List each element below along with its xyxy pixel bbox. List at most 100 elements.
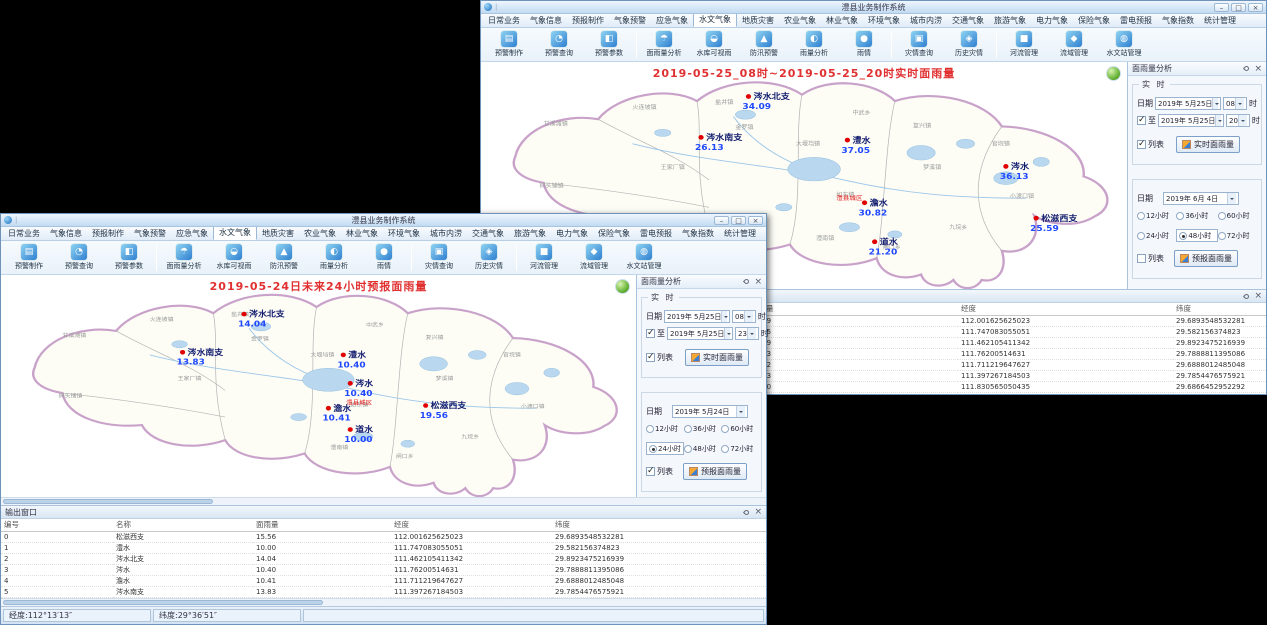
close-icon[interactable]: ×: [1254, 65, 1262, 73]
column-header-面雨量[interactable]: 面雨量: [253, 519, 391, 531]
toolbar-button-水文站管理[interactable]: ◍水文站管理: [619, 244, 669, 271]
toolbar-button-流域管理[interactable]: ◆流域管理: [569, 244, 619, 271]
toolbar-button-河流管理[interactable]: ■河流管理: [999, 31, 1049, 58]
chevron-down-icon[interactable]: [1238, 115, 1247, 126]
toolbar-button-雨量分析[interactable]: ◐雨量分析: [309, 244, 359, 271]
radio-36小时[interactable]: 36小时: [1176, 211, 1217, 221]
station-marker-松滋西支[interactable]: [423, 403, 428, 408]
chevron-down-icon[interactable]: [744, 311, 753, 322]
chevron-down-icon[interactable]: [1215, 115, 1221, 126]
menu-tab-农业气象[interactable]: 农业气象: [299, 226, 341, 240]
map-area[interactable]: 涔水北支14.04涔水南支13.83澧水10.40涔水10.40澹水10.41松…: [1, 275, 636, 497]
forecast-rainfall-button[interactable]: 预报面雨量: [683, 463, 747, 480]
radio-36小时[interactable]: 36小时: [684, 424, 721, 434]
minimize-button[interactable]: –: [1214, 3, 1229, 12]
menu-tab-环境气象[interactable]: 环境气象: [863, 13, 905, 27]
chevron-down-icon[interactable]: [747, 328, 756, 339]
station-marker-道水[interactable]: [872, 239, 877, 244]
radio-72小时[interactable]: 72小时: [1218, 229, 1257, 242]
chevron-down-icon[interactable]: [1212, 98, 1218, 109]
forecast-list-checkbox[interactable]: [646, 467, 655, 476]
toolbar-button-面雨量分析[interactable]: ☂面雨量分析: [639, 31, 689, 58]
radio-24小时[interactable]: 24小时: [646, 442, 684, 455]
chevron-down-icon[interactable]: [1235, 98, 1244, 109]
toolbar-button-水文站管理[interactable]: ◍水文站管理: [1099, 31, 1149, 58]
pin-icon[interactable]: [743, 278, 750, 285]
toolbar-button-雨情[interactable]: ●雨情: [359, 244, 409, 271]
start-date-select[interactable]: 2019年 5月25日: [664, 310, 730, 323]
realtime-rainfall-button[interactable]: 实时面雨量: [685, 349, 749, 366]
menu-tab-地质灾害[interactable]: 地质灾害: [737, 13, 779, 27]
close-icon[interactable]: ×: [754, 278, 762, 286]
radio-24小时[interactable]: 24小时: [1137, 229, 1176, 242]
menu-tab-气象指数[interactable]: 气象指数: [677, 226, 719, 240]
station-marker-涔水[interactable]: [1003, 164, 1008, 169]
close-icon[interactable]: ×: [754, 508, 762, 516]
close-icon[interactable]: ×: [1254, 292, 1262, 300]
table-row[interactable]: 1澧水10.00111.74708305505129.582156374823: [1, 542, 766, 553]
menu-tab-气象信息[interactable]: 气象信息: [525, 13, 567, 27]
end-hour-select[interactable]: 20: [1226, 114, 1250, 127]
minimize-button[interactable]: –: [714, 216, 729, 225]
menu-tab-交通气象[interactable]: 交通气象: [947, 13, 989, 27]
menu-tab-统计管理[interactable]: 统计管理: [1199, 13, 1241, 27]
column-header-纬度[interactable]: 纬度: [552, 519, 766, 531]
station-marker-澧水[interactable]: [845, 138, 850, 143]
menu-tab-林业气象[interactable]: 林业气象: [821, 13, 863, 27]
map-locate-button[interactable]: [1106, 66, 1121, 81]
titlebar[interactable]: | 澧县业务制作系统 – □ ×: [1, 214, 766, 227]
toolbar-button-流域管理[interactable]: ◆流域管理: [1049, 31, 1099, 58]
menu-tab-林业气象[interactable]: 林业气象: [341, 226, 383, 240]
list-checkbox[interactable]: [1137, 140, 1146, 149]
toolbar-button-灾情查询[interactable]: ▣灾情查询: [414, 244, 464, 271]
close-button[interactable]: ×: [1248, 3, 1263, 12]
start-hour-select[interactable]: 08: [732, 310, 756, 323]
start-hour-select[interactable]: 08: [1223, 97, 1247, 110]
toolbar-button-预警查询[interactable]: ◔预警查询: [534, 31, 584, 58]
pin-icon[interactable]: [1243, 65, 1250, 72]
station-marker-涔水北支[interactable]: [746, 94, 751, 99]
station-marker-涔水北支[interactable]: [242, 312, 247, 317]
menu-tab-雷电预报[interactable]: 雷电预报: [1115, 13, 1157, 27]
column-header-名称[interactable]: 名称: [113, 519, 253, 531]
map-locate-button[interactable]: [615, 279, 630, 294]
menu-tab-预报制作[interactable]: 预报制作: [87, 226, 129, 240]
chevron-down-icon[interactable]: [736, 406, 745, 417]
toolbar-button-历史灾情[interactable]: ◈历史灾情: [464, 244, 514, 271]
pin-icon[interactable]: [743, 508, 750, 515]
menu-tab-电力气象[interactable]: 电力气象: [551, 226, 593, 240]
toolbar-button-预警制作[interactable]: ▤预警制作: [484, 31, 534, 58]
toolbar-button-雨情[interactable]: ●雨情: [839, 31, 889, 58]
maximize-button[interactable]: □: [731, 216, 746, 225]
station-marker-松滋西支[interactable]: [1034, 216, 1039, 221]
toolbar-button-水库可视雨[interactable]: ◒水库可视雨: [209, 244, 259, 271]
menu-tab-日常业务[interactable]: 日常业务: [483, 13, 525, 27]
table-row[interactable]: 0松滋西支15.56112.00162562502329.68935485322…: [1, 531, 766, 542]
toolbar-button-灾情查询[interactable]: ▣灾情查询: [894, 31, 944, 58]
radio-60小时[interactable]: 60小时: [1218, 211, 1257, 221]
list-checkbox[interactable]: [646, 353, 655, 362]
menu-tab-电力气象[interactable]: 电力气象: [1031, 13, 1073, 27]
menu-tab-气象预警[interactable]: 气象预警: [609, 13, 651, 27]
table-horizontal-scrollbar[interactable]: [1, 598, 766, 606]
toolbar-button-雨量分析[interactable]: ◐雨量分析: [789, 31, 839, 58]
radio-12小时[interactable]: 12小时: [646, 424, 684, 434]
station-marker-涔水南支[interactable]: [698, 135, 703, 140]
menu-tab-交通气象[interactable]: 交通气象: [467, 226, 509, 240]
radio-48小时[interactable]: 48小时: [1176, 229, 1217, 242]
station-marker-澹水[interactable]: [862, 200, 867, 205]
menu-tab-应急气象[interactable]: 应急气象: [171, 226, 213, 240]
table-row[interactable]: 4澹水10.41111.71121964762729.6888012485048: [1, 575, 766, 586]
menu-tab-气象预警[interactable]: 气象预警: [129, 226, 171, 240]
column-header-经度[interactable]: 经度: [958, 303, 1173, 315]
menu-tab-旅游气象[interactable]: 旅游气象: [509, 226, 551, 240]
titlebar[interactable]: | 澧县业务制作系统 – □ ×: [481, 1, 1266, 14]
end-hour-select[interactable]: 23: [735, 327, 759, 340]
menu-tab-应急气象[interactable]: 应急气象: [651, 13, 693, 27]
station-marker-道水[interactable]: [348, 427, 353, 432]
radio-48小时[interactable]: 48小时: [684, 442, 721, 455]
to-checkbox[interactable]: [1137, 116, 1146, 125]
toolbar-button-防汛预警[interactable]: ▲防汛预警: [259, 244, 309, 271]
to-checkbox[interactable]: [646, 329, 655, 338]
start-date-select[interactable]: 2019年 5月25日: [1155, 97, 1221, 110]
